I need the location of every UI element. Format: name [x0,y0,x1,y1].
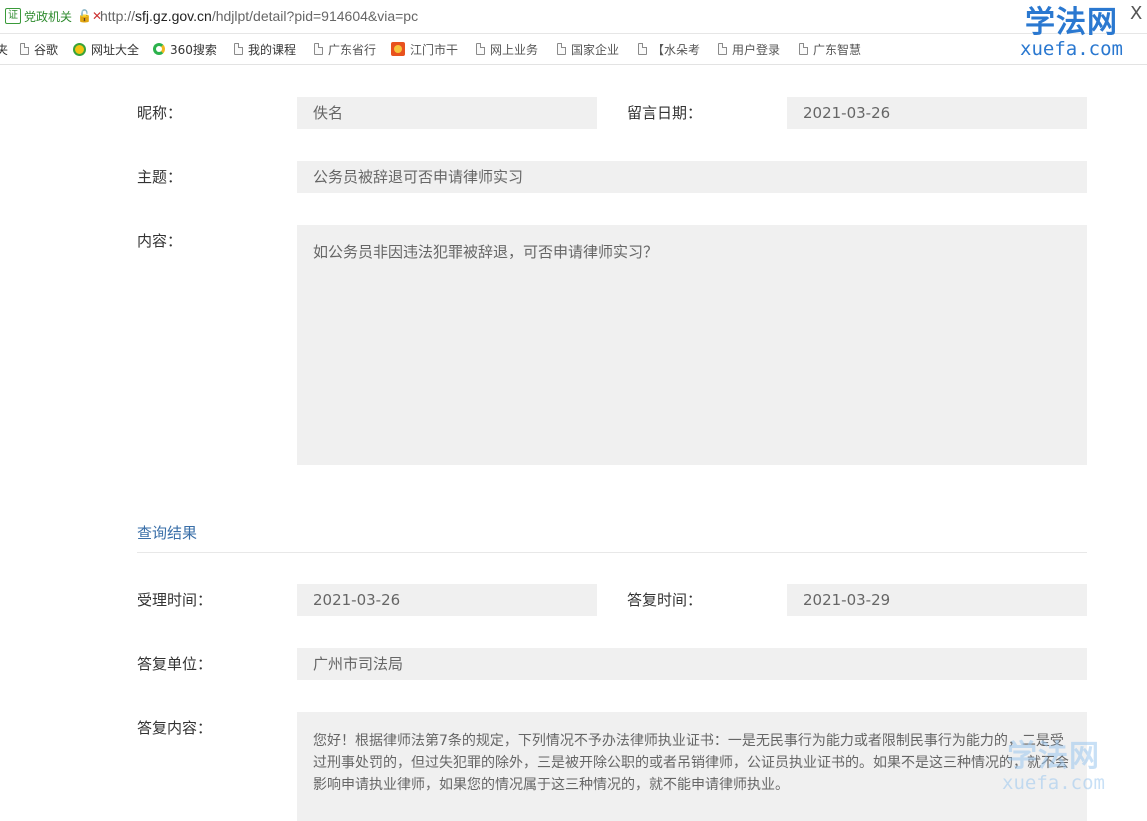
bookmark-label: 网址大全 [91,42,140,57]
reply-unit-field: 广州市司法局 [297,648,1087,680]
bookmark-item[interactable]: 我的课程 [234,41,296,57]
reply-content-field: 您好！根据律师法第7条的规定，下列情况不予办法律师执业证书：一是无民事行为能力或… [297,712,1087,821]
accept-time-label: 受理时间： [137,591,213,609]
bookmark-item[interactable]: 【水朵考 [638,41,700,57]
360-search-icon [153,43,165,55]
bookmark-label: 国家企业 [571,42,620,57]
accept-time-field: 2021-03-26 [297,584,597,616]
date-label: 留言日期： [627,104,703,122]
nickname-field: 佚名 [297,97,597,129]
navigation-icon [73,42,86,56]
security-badge[interactable]: 证 党政机关 🔓✕ [5,7,102,25]
bookmark-item[interactable]: 网址大全 [73,41,139,57]
page-icon [638,43,647,55]
bookmark-folder[interactable]: 夹 [0,41,8,57]
content-label: 内容： [137,232,183,250]
watermark-logo-bottom: 学法网 xuefa.com [1002,742,1105,793]
page-icon [314,43,323,55]
insecure-lock-icon: 🔓✕ [77,9,103,23]
certificate-icon: 证 [5,8,21,24]
url-field[interactable]: http://sfj.gz.gov.cn/hdjlpt/detail?pid=9… [100,7,418,25]
page-icon [799,43,808,55]
url-path: /hdjlpt/detail?pid=914604&via=pc [211,8,419,24]
bookmark-label: 网上业务 [490,42,539,57]
reply-content-label: 答复内容： [137,719,213,737]
content-field: 如公务员非因违法犯罪被辞退，可否申请律师实习？ [297,225,1087,465]
watermark-domain: xuefa.com [1002,772,1105,794]
bookmark-item[interactable]: 网上业务 [476,41,538,57]
subject-label: 主题： [137,168,183,186]
bookmarks-bar: 夹 谷歌 网址大全 360搜索 我的课程 广东省行 江门市干 网上业务 国家企业… [0,34,1147,65]
reply-time-field: 2021-03-29 [787,584,1087,616]
address-bar[interactable]: 证 党政机关 🔓✕ http://sfj.gz.gov.cn/hdjlpt/de… [0,0,1147,34]
bookmark-item[interactable]: 用户登录 [718,41,780,57]
subject-field: 公务员被辞退可否申请律师实习 [297,161,1087,193]
page-icon [718,43,727,55]
bookmark-item[interactable]: 江门市干 [391,41,458,57]
bookmark-item[interactable]: 广东省行 [314,41,376,57]
watermark-text: 学法网 [1006,739,1100,774]
bookmark-item[interactable]: 广东智慧 [799,41,861,57]
watermark-domain: xuefa.com [1020,38,1123,60]
date-field: 2021-03-26 [787,97,1087,129]
page-icon [476,43,485,55]
bookmark-label: 广东智慧 [813,42,862,57]
close-icon[interactable]: X [1130,3,1142,24]
bookmark-label: 夹 [0,42,9,57]
bookmark-item[interactable]: 国家企业 [557,41,619,57]
bookmark-label: 我的课程 [248,42,297,57]
watermark-text: 学法网 [1024,5,1118,40]
reply-time-label: 答复时间： [627,591,703,609]
bookmark-label: 用户登录 [732,42,781,57]
bookmark-item[interactable]: 谷歌 [20,41,58,57]
bookmark-label: 谷歌 [34,42,59,57]
url-host: sfj.gz.gov.cn [135,8,212,24]
bookmark-label: 【水朵考 [652,42,701,57]
nickname-label: 昵称： [137,104,183,122]
url-scheme: http:// [100,8,136,24]
page-icon [20,43,29,55]
page-icon [234,43,243,55]
bookmark-label: 360搜索 [170,42,217,57]
section-divider [137,552,1087,553]
reply-unit-label: 答复单位： [137,655,213,673]
bookmark-label: 广东省行 [328,42,377,57]
query-result-title: 查询结果 [137,524,198,542]
bookmark-label: 江门市干 [410,42,459,57]
bookmark-item[interactable]: 360搜索 [153,41,217,57]
guangdong-icon [391,42,405,56]
page-icon [557,43,566,55]
certificate-label: 党政机关 [24,9,73,24]
watermark-logo-top: 学法网 xuefa.com [1020,8,1123,59]
